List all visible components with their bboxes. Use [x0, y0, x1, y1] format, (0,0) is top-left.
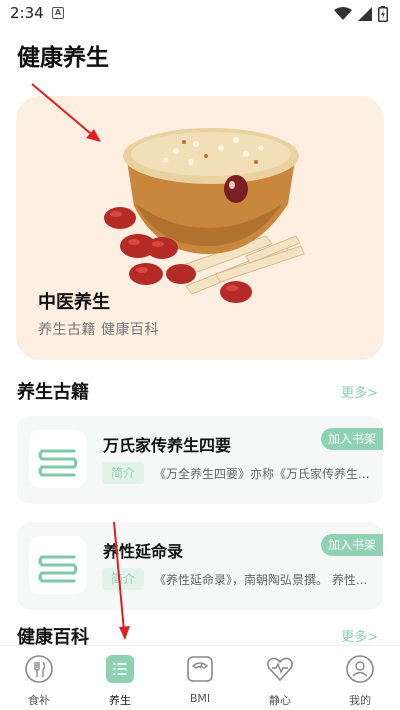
scale-icon	[187, 656, 213, 682]
tab-profile[interactable]: 我的	[330, 654, 390, 708]
food-icon	[25, 655, 53, 683]
tab-label: BMI	[189, 692, 211, 705]
section-title-books: 养生古籍	[17, 382, 89, 403]
more-encyclopedia-link[interactable]: 更多>	[341, 626, 378, 645]
bottom-tab-bar: 食补 养生 BMI 静心 我的	[0, 645, 400, 710]
banner-subtitle: 养生古籍 健康百科	[38, 322, 159, 338]
book-card[interactable]: 万氏家传养生四要 简介 《万全养生四要》亦称《万氏家传养生... 加入书架	[17, 416, 383, 504]
book-cover	[29, 430, 87, 488]
profile-icon	[346, 655, 374, 683]
arrow-head	[119, 626, 130, 640]
book-stack-icon	[38, 555, 78, 583]
add-to-shelf-button[interactable]: 加入书架	[321, 534, 383, 556]
tab-calm[interactable]: 静心	[250, 654, 310, 708]
book-cover	[29, 536, 87, 594]
tab-food[interactable]: 食补	[9, 654, 69, 708]
status-icons	[334, 6, 388, 22]
wifi-icon	[334, 7, 352, 20]
tab-label: 静心	[269, 694, 291, 707]
more-books-link[interactable]: 更多>	[341, 382, 378, 401]
list-icon	[106, 655, 134, 683]
tab-label: 养生	[109, 694, 131, 707]
tab-bmi[interactable]: BMI	[170, 654, 230, 705]
book-description: 《万全养生四要》亦称《万氏家传养生...	[154, 467, 370, 481]
notification-icon: A	[52, 7, 64, 19]
book-title: 养性延命录	[103, 542, 184, 561]
tcm-banner-card[interactable]: 中医养生 养生古籍 健康百科	[16, 96, 384, 360]
intro-tag: 简介	[102, 568, 144, 590]
tab-label: 我的	[349, 694, 371, 707]
battery-icon	[378, 6, 388, 22]
book-card[interactable]: 养性延命录 简介 《养性延命录》，南朝陶弘景撰。 养性... 加入书架	[17, 522, 383, 610]
add-to-shelf-button[interactable]: 加入书架	[321, 428, 383, 450]
book-stack-icon	[38, 449, 78, 477]
banner-title: 中医养生	[38, 292, 110, 313]
heart-icon	[267, 657, 293, 682]
book-title: 万氏家传养生四要	[103, 436, 232, 455]
signal-icon	[358, 7, 372, 21]
intro-tag: 简介	[102, 462, 144, 484]
book-description: 《养性延命录》，南朝陶弘景撰。 养性...	[154, 573, 368, 587]
status-time: 2:34	[10, 4, 44, 22]
tab-label: 食补	[28, 694, 50, 707]
status-bar: 2:34 A	[0, 0, 400, 28]
porridge-bowl-illustration	[104, 128, 305, 303]
page-title: 健康养生	[17, 45, 109, 71]
tab-health[interactable]: 养生	[90, 654, 150, 708]
